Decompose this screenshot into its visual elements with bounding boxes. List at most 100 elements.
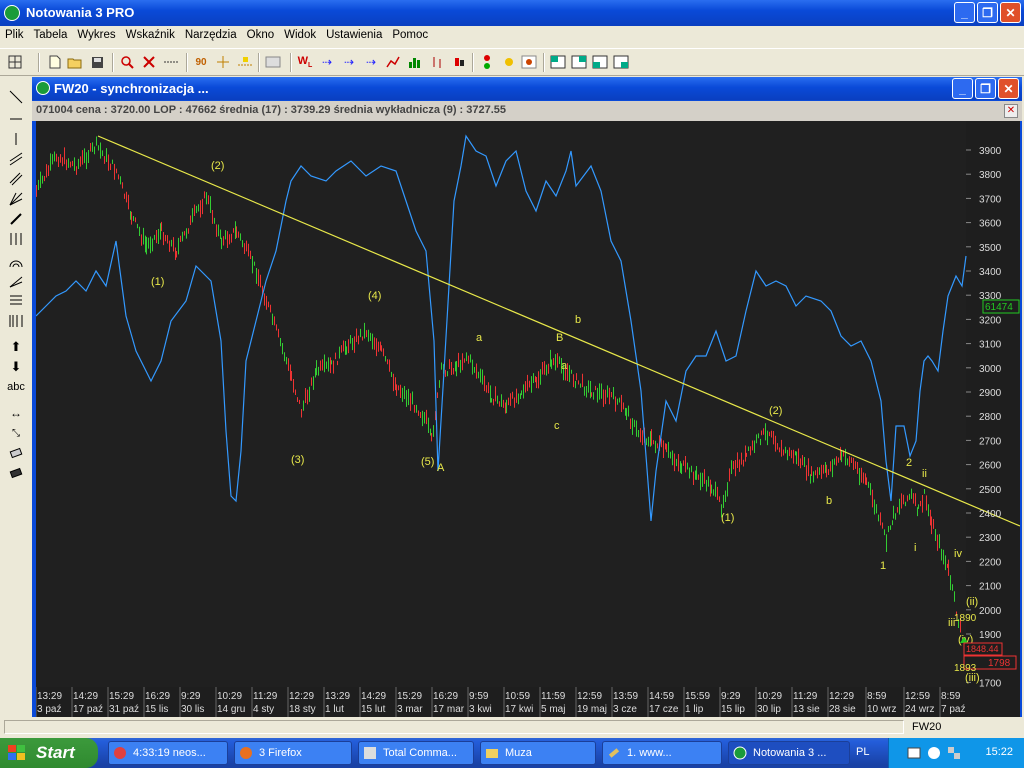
candle-icon[interactable] [450, 53, 468, 71]
wave-label: b [826, 495, 832, 507]
line-chart-icon[interactable] [384, 53, 402, 71]
search-icon[interactable] [118, 53, 136, 71]
save-icon[interactable] [88, 53, 106, 71]
fib-fan-tool-icon[interactable] [6, 272, 26, 290]
menu-pomoc[interactable]: Pomoc [387, 26, 433, 41]
wave-label: (4) [368, 290, 381, 302]
sync-cursor-icon[interactable] [236, 53, 254, 71]
task-total-commander-label: Total Comma... [383, 747, 457, 759]
taskbar: Start 4:33:19 neos... 3 Firefox Total Co… [0, 738, 1024, 768]
chart-infobar: 071004 cena : 3720.00 LOP : 47662 średni… [32, 101, 1022, 121]
chart-restore-button[interactable]: ❐ [975, 78, 996, 99]
language-indicator[interactable]: PL [856, 746, 869, 758]
eraser-tool-icon[interactable] [6, 444, 26, 462]
quote-info: 071004 cena : 3720.00 LOP : 47662 średni… [36, 104, 507, 116]
task-firefox[interactable]: 3 Firefox [234, 741, 352, 765]
traffic-light-icon[interactable] [478, 53, 496, 71]
x-time-label: 13:59 [613, 691, 638, 702]
bar-chart-icon[interactable] [406, 53, 424, 71]
layout-4-icon[interactable] [612, 53, 630, 71]
arrow-down-tool-icon[interactable]: ⬇ [6, 358, 26, 376]
menu-wskaznik[interactable]: Wskaźnik [121, 26, 180, 41]
menu-widok[interactable]: Widok [279, 26, 321, 41]
close-button[interactable]: ✕ [1000, 2, 1021, 23]
fib-time-tool-icon[interactable] [6, 312, 26, 330]
eraser-all-tool-icon[interactable] [6, 464, 26, 482]
price-chart[interactable]: 3900 3800 3700 3600 3500 3400 3300 3200 3100 3000… [35, 121, 1021, 717]
windows-flag-icon [8, 745, 25, 760]
fib-retracement-tool-icon[interactable] [6, 292, 26, 310]
layout-3-icon[interactable] [591, 53, 609, 71]
task-notowania[interactable]: Notowania 3 ... [728, 741, 850, 765]
tray-network-icon[interactable] [947, 746, 961, 760]
chart-minimize-button[interactable]: _ [952, 78, 973, 99]
task-muza[interactable]: Muza [480, 741, 596, 765]
period-icon[interactable]: 90 [192, 53, 210, 71]
menubar: Plik Tabela Wykres Wskaźnik Narzędzia Okno Wid… [0, 26, 1024, 46]
cycle-lines-tool-icon[interactable] [6, 230, 26, 248]
crosshair-dashes-icon[interactable] [162, 53, 180, 71]
wl-indicator-icon[interactable]: WL [296, 53, 314, 71]
arrow-indicator-1-icon[interactable]: ⇢ [318, 53, 336, 71]
trendline-tool-icon[interactable] [6, 88, 26, 106]
menu-narzedzia[interactable]: Narzędzia [180, 26, 242, 41]
restore-button[interactable]: ❐ [977, 2, 998, 23]
ohlc-icon[interactable] [428, 53, 446, 71]
parallel-lines-tool-icon[interactable] [6, 170, 26, 188]
arrow-indicator-2-icon[interactable]: ⇢ [340, 53, 358, 71]
task-neos[interactable]: 4:33:19 neos... [108, 741, 228, 765]
menu-tabela[interactable]: Tabela [29, 26, 73, 41]
horizontal-line-tool-icon[interactable] [6, 110, 26, 128]
fan-tool-icon[interactable] [6, 190, 26, 208]
menu-ustawienia[interactable]: Ustawienia [321, 26, 387, 41]
arrow-indicator-3-icon[interactable]: ⇢ [362, 53, 380, 71]
open-folder-icon[interactable] [66, 53, 84, 71]
new-file-icon[interactable] [46, 53, 64, 71]
tray-app-2-icon[interactable] [927, 746, 941, 760]
wave-label: iv [954, 548, 962, 560]
task-www[interactable]: 1. www... [602, 741, 722, 765]
layout-1-icon[interactable] [549, 53, 567, 71]
infobar-close-button[interactable]: ✕ [1004, 104, 1018, 118]
table-icon[interactable] [264, 53, 282, 71]
menu-plik[interactable]: Plik [0, 26, 29, 41]
channel-tool-icon[interactable] [6, 150, 26, 168]
task-total-commander[interactable]: Total Comma... [358, 741, 474, 765]
y-tick-label: 2400 [979, 509, 1002, 520]
image-icon[interactable] [520, 53, 538, 71]
grid-icon[interactable] [6, 53, 24, 71]
current-badge: 61474 [985, 302, 1013, 313]
y-tick-label: 1900 [979, 630, 1002, 641]
delete-drawing-icon[interactable] [140, 53, 158, 71]
task-www-label: 1. www... [627, 747, 672, 759]
segment-tool-icon[interactable] [6, 210, 26, 228]
vertical-line-tool-icon[interactable] [6, 130, 26, 148]
layout-2-icon[interactable] [570, 53, 588, 71]
x-time-label: 13:29 [37, 691, 62, 702]
start-button[interactable]: Start [0, 738, 98, 768]
point-tool-icon[interactable]: ⤡ [6, 424, 26, 442]
chart-close-button[interactable]: ✕ [998, 78, 1019, 99]
x-time-label: 9:59 [469, 691, 489, 702]
menu-okno[interactable]: Okno [242, 26, 280, 41]
y-tick-label: 2300 [979, 533, 1002, 544]
x-time-label: 14:29 [73, 691, 98, 702]
menu-wykres[interactable]: Wykres [72, 26, 120, 41]
alert-icon[interactable] [500, 53, 518, 71]
wave-label: (2) [769, 405, 782, 417]
x-time-label: 16:29 [433, 691, 458, 702]
tray-app-1-icon[interactable] [907, 746, 921, 760]
task-firefox-label: 3 Firefox [259, 747, 302, 759]
y-tick-label: 3000 [979, 364, 1002, 375]
y-tick-label: 3500 [979, 243, 1002, 254]
arrow-up-tool-icon[interactable]: ⬆ [6, 338, 26, 356]
x-date-label: 5 maj [541, 704, 565, 715]
x-date-label: 3 kwi [469, 704, 492, 715]
statusbar: FW20 [0, 718, 1024, 736]
x-time-label: 11:29 [253, 691, 278, 702]
cursor-cross-icon[interactable] [214, 53, 232, 71]
text-tool-icon[interactable]: abc [6, 378, 26, 396]
minimize-button[interactable]: _ [954, 2, 975, 23]
arc-tool-icon[interactable] [6, 252, 26, 270]
move-tool-icon[interactable]: ↔ [6, 404, 26, 422]
